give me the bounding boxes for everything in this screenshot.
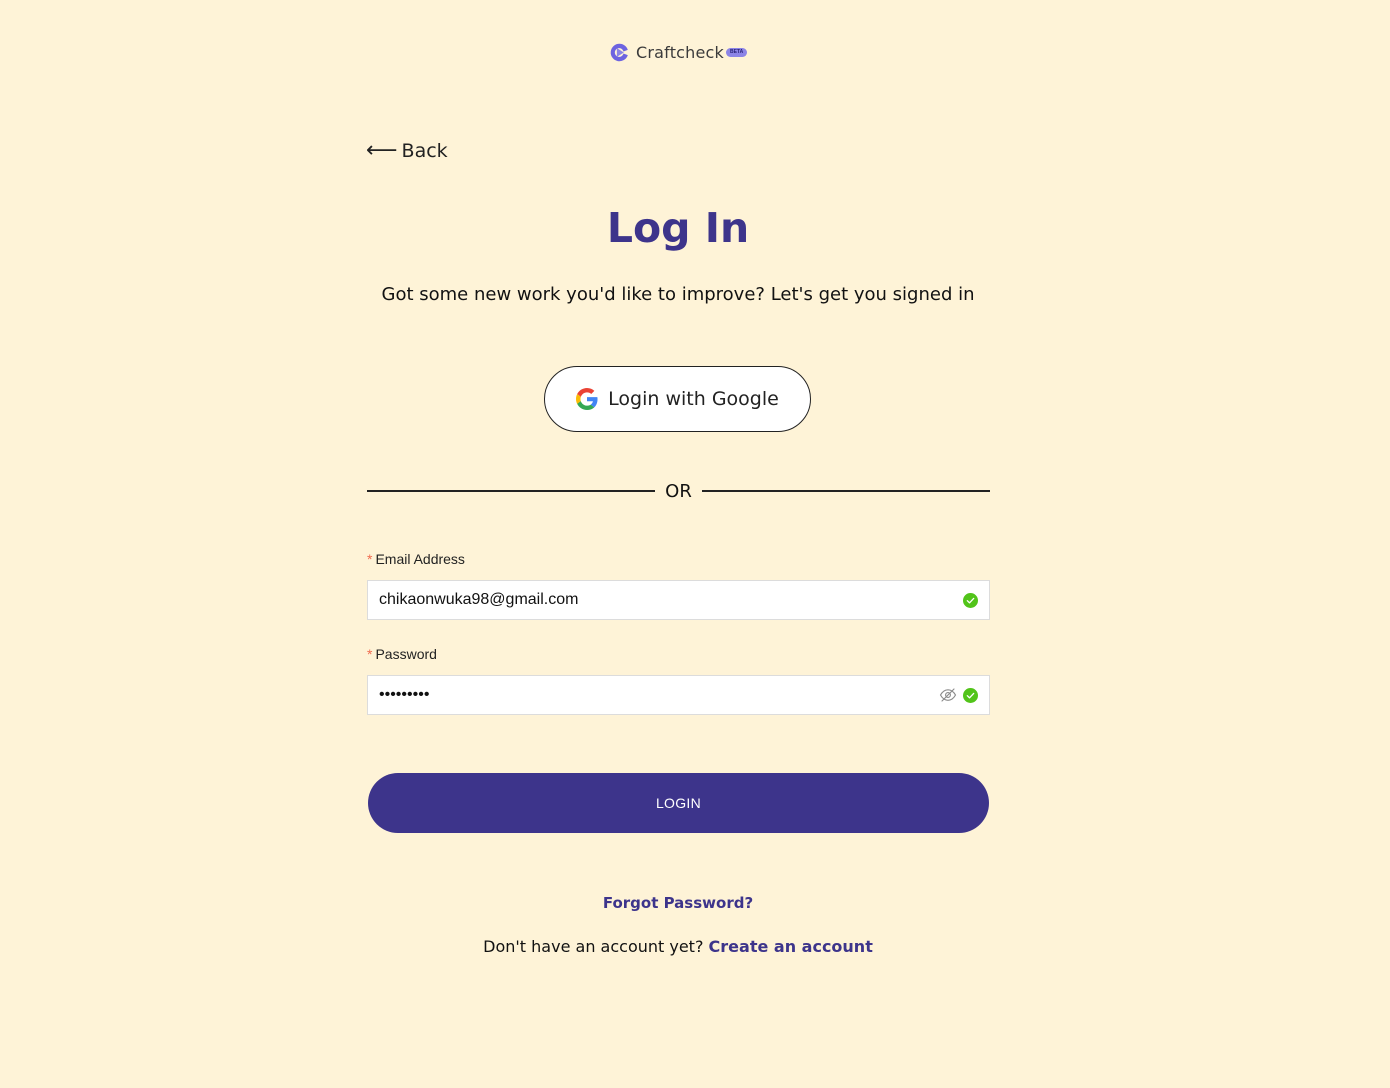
email-field[interactable]: [379, 591, 957, 609]
or-divider: OR: [367, 480, 990, 502]
back-label: Back: [401, 140, 448, 162]
password-field-wrapper: [367, 675, 990, 715]
google-icon: [576, 388, 598, 410]
required-mark: *: [367, 646, 373, 662]
back-link[interactable]: ⟵ Back: [366, 138, 448, 163]
brand-logo[interactable]: Craftcheck BETA: [609, 41, 748, 63]
page-subtitle: Got some new work you'd like to improve?…: [381, 284, 975, 305]
check-circle-icon: [963, 687, 978, 703]
create-account-link[interactable]: Create an account: [709, 937, 873, 956]
password-label-text: Password: [375, 646, 437, 662]
craftcheck-logo-icon: [610, 43, 628, 61]
email-label: * Email Address: [367, 551, 465, 567]
forgot-password-container: Forgot Password?: [0, 894, 1356, 912]
required-mark: *: [367, 551, 373, 567]
divider-line-left: [367, 490, 656, 492]
page-title: Log In: [606, 204, 750, 252]
password-field[interactable]: [379, 686, 933, 704]
forgot-password-link[interactable]: Forgot Password?: [603, 894, 753, 912]
email-field-wrapper: [367, 580, 990, 620]
email-label-text: Email Address: [375, 551, 465, 567]
signup-prompt: Don't have an account yet? Create an acc…: [0, 937, 1356, 956]
password-label: * Password: [367, 646, 437, 662]
beta-badge: BETA: [726, 48, 748, 57]
left-arrow-icon: ⟵: [366, 138, 398, 163]
signup-prompt-text: Don't have an account yet?: [483, 937, 704, 956]
eye-hidden-icon[interactable]: [939, 686, 957, 704]
login-button[interactable]: LOGIN: [368, 773, 989, 833]
brand-name: Craftcheck: [636, 42, 725, 62]
check-circle-icon: [963, 592, 978, 608]
divider-text: OR: [665, 480, 692, 502]
divider-line-right: [701, 490, 990, 492]
login-with-google-button[interactable]: Login with Google: [544, 366, 811, 432]
google-button-label: Login with Google: [608, 388, 779, 410]
